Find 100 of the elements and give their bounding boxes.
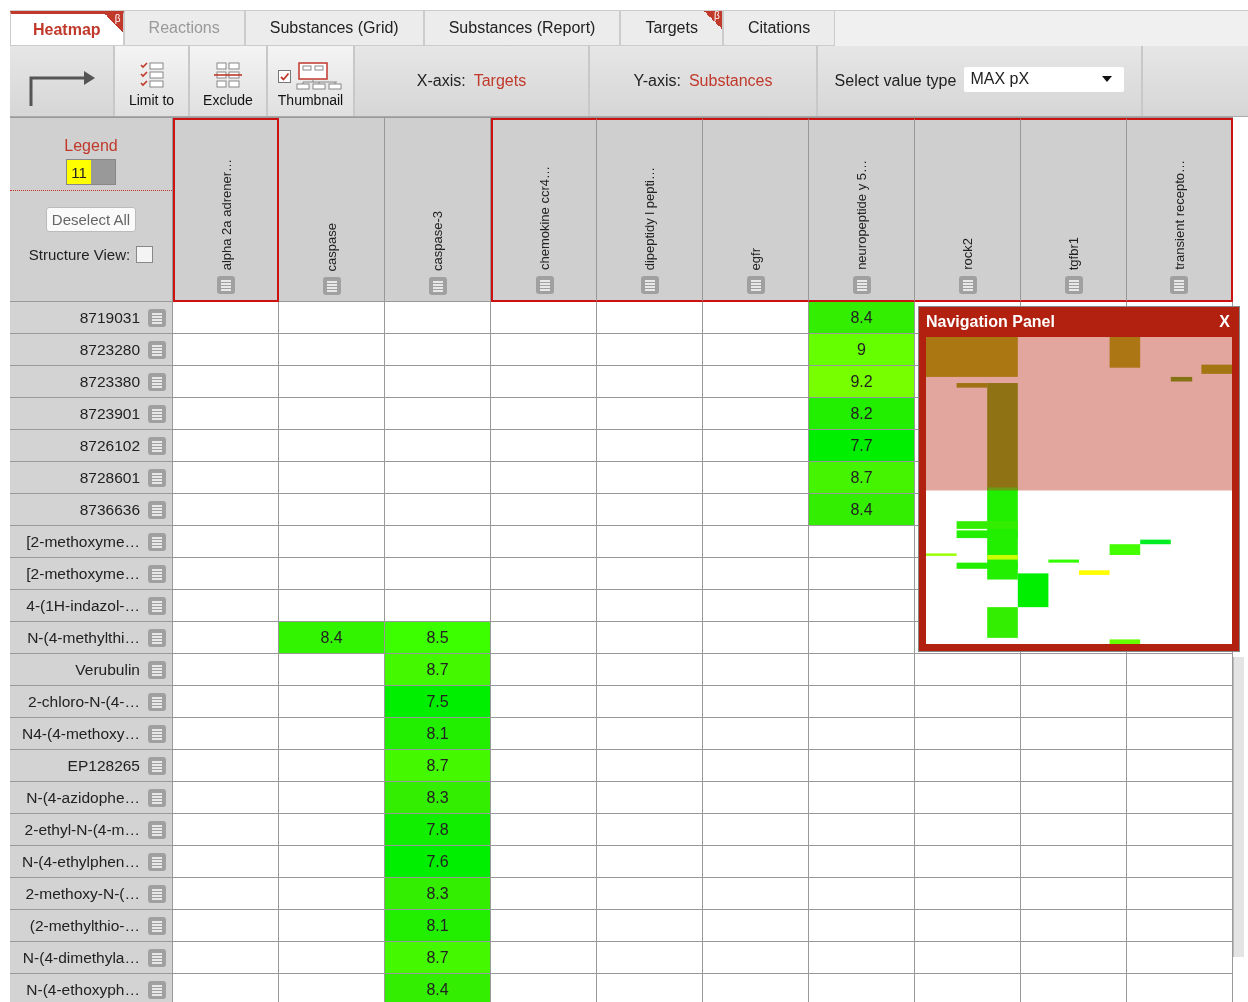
heatmap-cell[interactable]: 8.4 <box>809 302 915 334</box>
menu-icon[interactable] <box>535 276 554 294</box>
corner-arrow-icon[interactable] <box>27 68 96 108</box>
column-header[interactable]: chemokine ccr4… <box>491 118 597 302</box>
empty-cell[interactable] <box>597 686 703 718</box>
empty-cell[interactable] <box>597 622 703 654</box>
empty-cell[interactable] <box>385 430 491 462</box>
menu-icon[interactable] <box>148 884 166 903</box>
axis-value[interactable]: Substances <box>688 72 773 90</box>
empty-cell[interactable] <box>1021 782 1127 814</box>
close-button[interactable]: X <box>1217 313 1232 331</box>
empty-cell[interactable] <box>915 814 1021 846</box>
heatmap-overview-drawing[interactable] <box>926 337 1232 644</box>
empty-cell[interactable] <box>491 590 597 622</box>
menu-icon[interactable] <box>148 340 166 359</box>
column-header[interactable]: caspase-3 <box>385 118 491 302</box>
empty-cell[interactable] <box>915 654 1021 686</box>
empty-cell[interactable] <box>809 942 915 974</box>
menu-icon[interactable] <box>148 596 166 615</box>
empty-cell[interactable] <box>703 846 809 878</box>
empty-cell[interactable] <box>1021 878 1127 910</box>
heatmap-cell[interactable]: 9 <box>809 334 915 366</box>
empty-cell[interactable] <box>1021 750 1127 782</box>
menu-icon[interactable] <box>958 276 977 294</box>
toolbar-button[interactable]: Limit to <box>115 46 190 116</box>
heatmap-cell[interactable]: 8.4 <box>385 974 491 1002</box>
menu-icon[interactable] <box>148 308 166 327</box>
empty-cell[interactable] <box>703 942 809 974</box>
heatmap-cell[interactable]: 8.4 <box>279 622 385 654</box>
menu-icon[interactable] <box>148 436 166 455</box>
empty-cell[interactable] <box>597 558 703 590</box>
heatmap-cell[interactable]: 8.5 <box>385 622 491 654</box>
heatmap-cell[interactable]: 8.7 <box>385 654 491 686</box>
menu-icon[interactable] <box>148 980 166 999</box>
empty-cell[interactable] <box>809 526 915 558</box>
empty-cell[interactable] <box>491 494 597 526</box>
heatmap-cell[interactable]: 8.1 <box>385 910 491 942</box>
empty-cell[interactable] <box>915 686 1021 718</box>
empty-cell[interactable] <box>597 366 703 398</box>
menu-icon[interactable] <box>217 276 235 294</box>
empty-cell[interactable] <box>491 366 597 398</box>
checkbox[interactable] <box>136 246 154 263</box>
empty-cell[interactable] <box>597 910 703 942</box>
empty-cell[interactable] <box>915 942 1021 974</box>
empty-cell[interactable] <box>597 494 703 526</box>
axis-value[interactable]: Targets <box>473 72 527 90</box>
empty-cell[interactable] <box>915 846 1021 878</box>
menu-icon[interactable] <box>148 372 166 391</box>
empty-cell[interactable] <box>279 430 385 462</box>
empty-cell[interactable] <box>491 334 597 366</box>
column-header[interactable]: dipeptidy l pepti… <box>597 118 703 302</box>
checkbox[interactable] <box>278 69 291 83</box>
empty-cell[interactable] <box>809 782 915 814</box>
empty-cell[interactable] <box>597 590 703 622</box>
menu-icon[interactable] <box>148 916 166 935</box>
empty-cell[interactable] <box>279 558 385 590</box>
menu-icon[interactable] <box>148 564 166 583</box>
empty-cell[interactable] <box>597 462 703 494</box>
menu-icon[interactable] <box>148 756 166 775</box>
empty-cell[interactable] <box>385 334 491 366</box>
tab[interactable]: Targets β <box>620 11 723 46</box>
column-header[interactable]: caspase <box>279 118 385 302</box>
menu-icon[interactable] <box>148 948 166 967</box>
heatmap-cell[interactable]: 8.7 <box>385 750 491 782</box>
heatmap-cell[interactable]: 7.7 <box>809 430 915 462</box>
menu-icon[interactable] <box>148 532 166 551</box>
empty-cell[interactable] <box>597 302 703 334</box>
empty-cell[interactable] <box>279 334 385 366</box>
menu-icon[interactable] <box>148 820 166 839</box>
tab[interactable]: Citations <box>722 11 836 46</box>
empty-cell[interactable] <box>597 846 703 878</box>
empty-cell[interactable] <box>915 782 1021 814</box>
empty-cell[interactable] <box>491 302 597 334</box>
scrollbar[interactable] <box>1233 657 1244 957</box>
empty-cell[interactable] <box>1021 718 1127 750</box>
empty-cell[interactable] <box>1021 814 1127 846</box>
empty-cell[interactable] <box>915 910 1021 942</box>
empty-cell[interactable] <box>915 878 1021 910</box>
menu-icon[interactable] <box>148 724 166 743</box>
empty-cell[interactable] <box>703 558 809 590</box>
empty-cell[interactable] <box>703 814 809 846</box>
empty-cell[interactable] <box>279 302 385 334</box>
empty-cell[interactable] <box>491 526 597 558</box>
toolbar-button[interactable]: Exclude <box>190 46 268 116</box>
heatmap-cell[interactable]: 8.2 <box>809 398 915 430</box>
empty-cell[interactable] <box>703 526 809 558</box>
empty-cell[interactable] <box>491 558 597 590</box>
menu-icon[interactable] <box>148 404 166 423</box>
empty-cell[interactable] <box>385 526 491 558</box>
empty-cell[interactable] <box>597 334 703 366</box>
empty-cell[interactable] <box>703 910 809 942</box>
menu-icon[interactable] <box>148 628 166 647</box>
empty-cell[interactable] <box>491 398 597 430</box>
empty-cell[interactable] <box>597 814 703 846</box>
empty-cell[interactable] <box>385 366 491 398</box>
empty-cell[interactable] <box>597 782 703 814</box>
value-type-dropdown[interactable]: MAX pX <box>964 66 1125 92</box>
empty-cell[interactable] <box>915 750 1021 782</box>
empty-cell[interactable] <box>703 654 809 686</box>
empty-cell[interactable] <box>279 366 385 398</box>
